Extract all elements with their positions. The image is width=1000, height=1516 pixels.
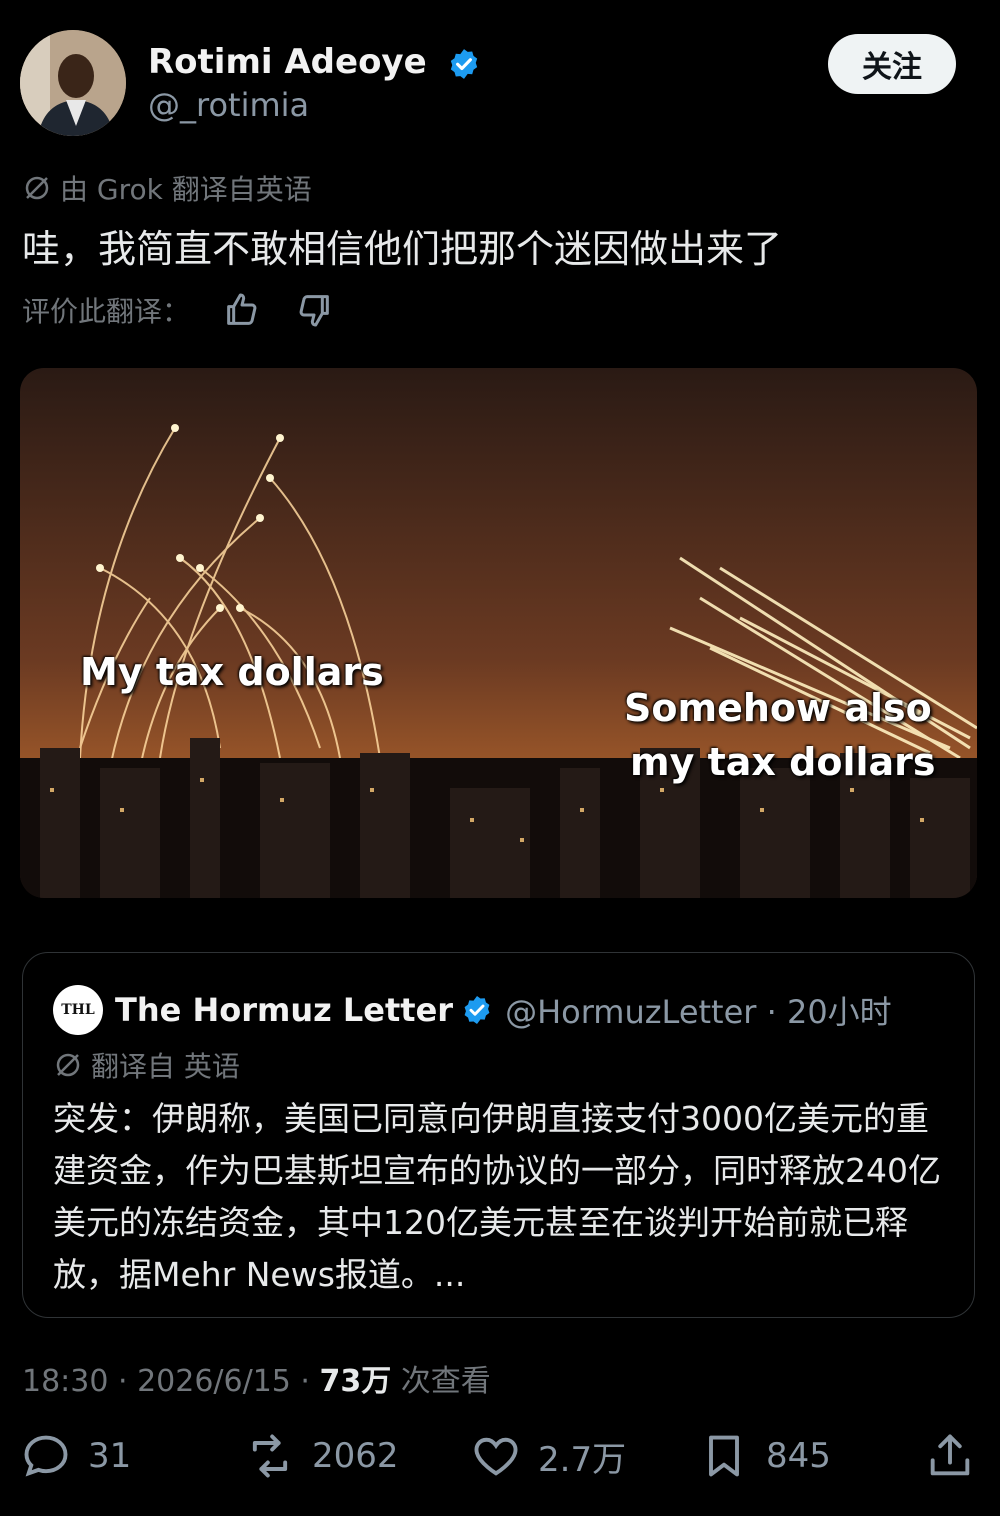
thumbs-down-icon[interactable] bbox=[294, 290, 334, 330]
quote-header: The Hormuz Letter @HormuzLetter · 20小时 bbox=[115, 987, 892, 1033]
meme-image bbox=[20, 368, 977, 898]
thumbs-up-icon[interactable] bbox=[222, 290, 262, 330]
author-name[interactable]: Rotimi Adeoye bbox=[148, 42, 481, 82]
view-label: 次查看 bbox=[391, 1364, 491, 1399]
like-button[interactable]: 2.7万 bbox=[470, 1430, 626, 1482]
action-bar: 31 2062 2.7万 845 bbox=[0, 1430, 1000, 1494]
quote-body: 突发：伊朗称，美国已同意向伊朗直接支付3000亿美元的重建资金，作为巴基斯坦宣布… bbox=[53, 1099, 941, 1294]
tweet-text: 哇，我简直不敢相信他们把那个迷因做出来了 bbox=[22, 227, 783, 271]
quote-avatar[interactable]: THL bbox=[53, 985, 103, 1035]
rate-translation: 评价此翻译： bbox=[22, 290, 334, 330]
bookmark-button[interactable]: 845 bbox=[698, 1430, 831, 1482]
meme-caption-right-line2: my tax dollars bbox=[630, 740, 936, 784]
grok-icon bbox=[56, 1053, 80, 1077]
rate-label: 评价此翻译： bbox=[22, 295, 191, 328]
bookmark-icon bbox=[709, 1435, 739, 1477]
author-handle[interactable]: @_rotimia bbox=[148, 86, 309, 124]
repost-count: 2062 bbox=[312, 1436, 399, 1476]
view-count: 73万 bbox=[319, 1364, 392, 1399]
like-count: 2.7万 bbox=[538, 1439, 627, 1480]
quote-translation-label: 翻译自 英语 bbox=[91, 1050, 240, 1083]
follow-button[interactable]: 关注 bbox=[828, 34, 956, 94]
heart-icon bbox=[474, 1437, 518, 1476]
quote-author-name[interactable]: The Hormuz Letter bbox=[115, 991, 453, 1029]
quoted-tweet[interactable]: THL The Hormuz Letter @HormuzLetter · 20… bbox=[22, 952, 975, 1318]
reply-count: 31 bbox=[88, 1436, 132, 1476]
verified-badge-icon bbox=[450, 48, 477, 79]
repost-button[interactable]: 2062 bbox=[244, 1430, 399, 1482]
translation-source: 由 Grok 翻译自英语 bbox=[60, 173, 312, 206]
translation-note: 由 Grok 翻译自英语 bbox=[22, 168, 312, 208]
tweet-meta: 18:30 · 2026/6/15 · 73万 次查看 bbox=[22, 1356, 491, 1400]
share-icon bbox=[930, 1434, 970, 1476]
meme-caption-right-line1: Somehow also bbox=[624, 686, 932, 730]
avatar[interactable] bbox=[20, 30, 126, 136]
quote-translation-note: 翻译自 英语 bbox=[53, 1045, 240, 1085]
reply-button[interactable]: 31 bbox=[20, 1430, 131, 1482]
bookmark-count: 845 bbox=[766, 1436, 831, 1476]
meme-caption-left: My tax dollars bbox=[80, 650, 384, 694]
reply-icon bbox=[24, 1435, 68, 1477]
share-button[interactable] bbox=[924, 1430, 976, 1482]
quote-handle-time: @HormuzLetter · 20小时 bbox=[505, 993, 892, 1031]
repost-icon bbox=[252, 1434, 288, 1478]
author-name-text[interactable]: Rotimi Adeoye bbox=[148, 42, 427, 82]
verified-badge-icon bbox=[464, 996, 490, 1024]
tweet-timestamp[interactable]: 18:30 · 2026/6/15 · bbox=[22, 1364, 320, 1399]
tweet-image[interactable]: My tax dollars Somehow also my tax dolla… bbox=[20, 368, 977, 898]
grok-icon bbox=[25, 176, 49, 200]
